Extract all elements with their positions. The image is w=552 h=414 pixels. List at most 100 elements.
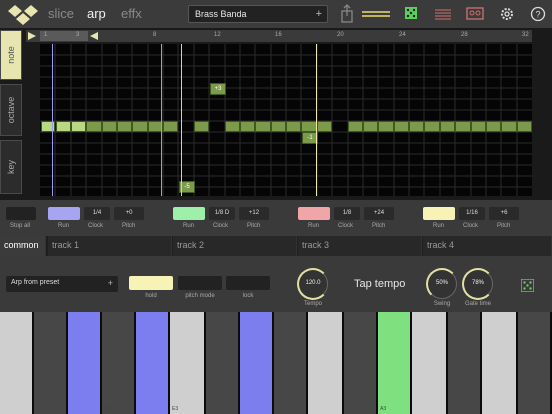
track-2-pitch[interactable]: +12 [239,207,269,220]
grid-cell[interactable] [378,121,394,132]
grid-cell[interactable] [225,121,240,132]
grid-cell[interactable] [517,121,532,132]
tab-arp[interactable]: arp [87,6,106,21]
preset-selector[interactable]: Brass Banda + [188,5,328,23]
grid-cell[interactable] [348,121,363,132]
dice-icon[interactable] [404,4,418,24]
piano-key[interactable]: A3 [378,312,412,414]
track-4-pitch[interactable]: +6 [489,207,519,220]
stop-all-button[interactable] [6,207,36,220]
grid-cell[interactable] [56,121,71,132]
loop-end-marker-icon[interactable] [90,32,98,40]
side-tab-octave[interactable]: octave [0,84,22,136]
piano-key[interactable] [68,312,102,414]
lock-button[interactable] [226,276,270,290]
help-icon[interactable]: ? [530,4,546,24]
side-tab-note-label: note [6,46,16,64]
cassette-icon[interactable] [466,4,484,24]
grid-cell[interactable] [317,121,332,132]
grid-cell[interactable] [301,121,317,132]
gate-lines-icon[interactable] [362,4,390,24]
grid-cell[interactable] [455,121,471,132]
hold-button[interactable] [129,276,173,290]
tab-track-4[interactable]: track 4 [423,236,552,256]
side-tab-note[interactable]: note [0,30,22,80]
grid-cell[interactable] [86,121,102,132]
tab-common[interactable]: common [0,236,46,256]
tap-tempo-button[interactable]: Tap tempo [354,278,405,290]
note-grid[interactable]: +3 -1 -5 [40,44,532,196]
piano-key[interactable] [308,312,344,414]
gate-time-knob[interactable]: 78% [462,268,494,300]
ruler-tick: 20 [337,32,344,38]
tab-track-1[interactable]: track 1 [48,236,172,256]
grid-cell[interactable] [501,121,517,132]
step-ruler[interactable]: 1 3 8 12 16 20 24 28 32 [26,30,532,42]
piano-key[interactable]: D3 [102,312,136,414]
grid-cell[interactable] [102,121,117,132]
piano-key[interactable] [34,312,68,414]
tab-slice[interactable]: slice [48,6,74,21]
arp-preset-label: Arp from preset [11,279,60,286]
grid-cell[interactable] [117,121,132,132]
pitch-mode-button[interactable] [178,276,222,290]
lock-label: lock [242,293,254,299]
track-3-pitch[interactable]: +24 [364,207,394,220]
piano-key[interactable] [482,312,518,414]
grid-cell[interactable] [486,121,501,132]
track-1-pitch[interactable]: +0 [114,207,144,220]
grid-cell[interactable] [471,121,486,132]
piano-key[interactable] [206,312,240,414]
side-tab-key[interactable]: key [0,140,22,194]
grid-cell[interactable] [424,121,440,132]
grid-cell[interactable] [286,121,301,132]
lines-icon[interactable] [434,4,452,24]
piano-key[interactable] [136,312,170,414]
piano-key[interactable] [448,312,482,414]
grid-cell[interactable] [194,121,209,132]
grid-cell[interactable] [163,121,178,132]
piano-key[interactable] [240,312,274,414]
grid-cell[interactable] [394,121,409,132]
tab-effx[interactable]: effx [121,6,142,21]
piano-key[interactable] [518,312,552,414]
gate-time-value: 78% [471,280,484,286]
track-4-run-button[interactable] [423,207,455,220]
grid-cell[interactable] [240,121,255,132]
track-2-run-button[interactable] [173,207,205,220]
tab-track-2[interactable]: track 2 [173,236,297,256]
grid-cell[interactable] [255,121,271,132]
track-1-run-button[interactable] [48,207,80,220]
hold-label: hold [145,293,157,299]
grid-cell[interactable] [132,121,148,132]
playhead-track-3 [161,44,162,196]
piano-key[interactable]: E3 [170,312,206,414]
dice-icon[interactable] [521,279,534,292]
tab-track-3[interactable]: track 3 [298,236,422,256]
grid-cell[interactable] [71,121,86,132]
track-3-clock[interactable]: 1/8 [334,207,360,220]
grid-cell[interactable] [271,121,286,132]
track-2-clock[interactable]: 1/8 D [209,207,235,220]
add-preset-button[interactable]: + [316,8,322,20]
track-tabs: common track 1 track 2 track 3 track 4 [0,236,552,256]
add-arp-preset-button[interactable]: + [108,278,113,288]
track-4-clock[interactable]: 1/16 [459,207,485,220]
track-3-run-button[interactable] [298,207,330,220]
grid-cell[interactable] [440,121,455,132]
grid-cell[interactable] [409,121,424,132]
loop-start-marker-icon[interactable] [28,32,36,40]
track-1-clock[interactable]: 1/4 [84,207,110,220]
gear-icon[interactable] [499,4,515,24]
tempo-knob[interactable]: 120.0 [297,268,329,300]
arp-preset-selector[interactable]: Arp from preset + [6,276,118,292]
piano-key[interactable] [0,312,34,414]
piano-key[interactable] [274,312,308,414]
share-icon[interactable] [340,4,354,24]
app-logo-icon[interactable] [6,3,40,25]
grid-cell[interactable] [363,121,378,132]
piano-key[interactable] [412,312,448,414]
swing-knob[interactable]: 50% [426,268,458,300]
note-offset-badge[interactable]: +3 [210,83,226,95]
piano-key[interactable] [344,312,378,414]
